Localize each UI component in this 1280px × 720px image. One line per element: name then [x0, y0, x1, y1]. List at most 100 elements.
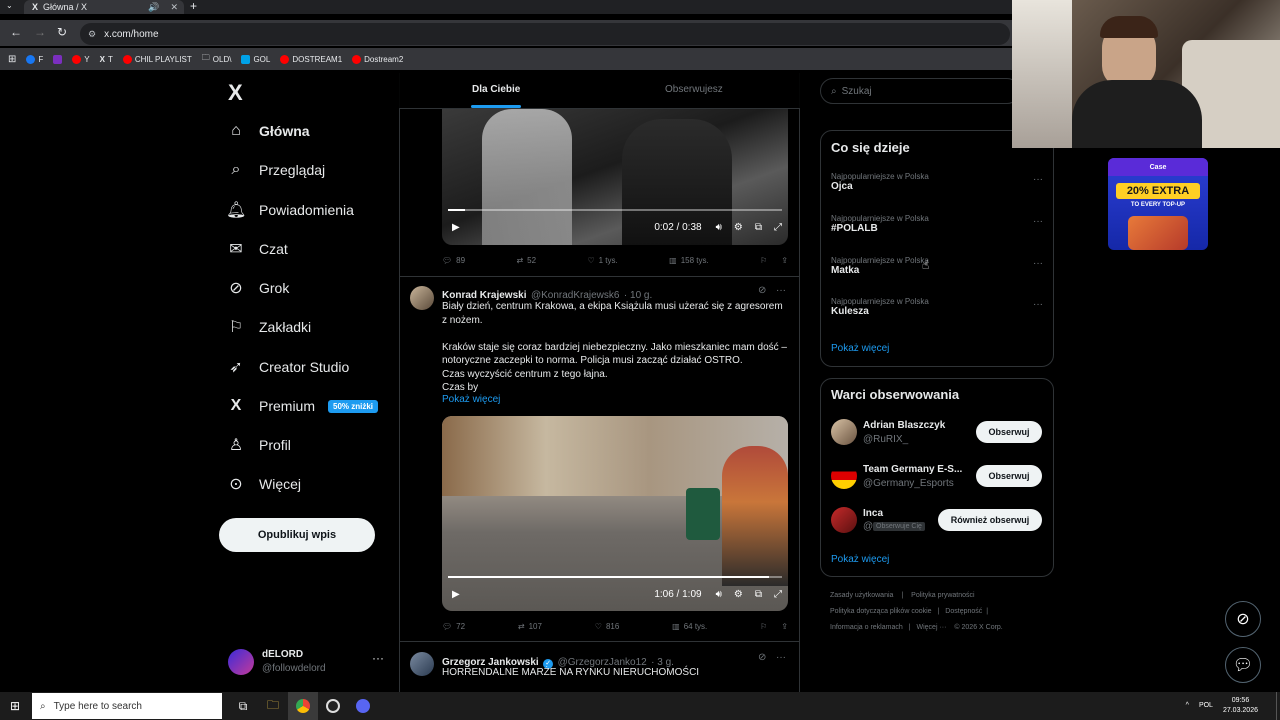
play-icon[interactable]: ▶ [452, 222, 460, 233]
reply-button[interactable]: 💬︎ 89 [442, 256, 465, 265]
nav-grok[interactable]: ⊘ Grok [226, 274, 289, 302]
footer-link[interactable]: Informacja o reklamach [830, 624, 903, 631]
keyboard-language[interactable]: POL [1199, 701, 1213, 711]
footer-link[interactable]: Polityka prywatności [911, 592, 974, 599]
tab-for-you[interactable]: Dla Ciebie [472, 84, 520, 95]
nav-creator-studio[interactable]: ➶ Creator Studio [226, 353, 349, 381]
video-progress[interactable] [448, 209, 782, 211]
obs-icon[interactable] [318, 692, 348, 720]
more-dots-icon[interactable]: ··· [776, 285, 786, 296]
tab-following[interactable]: Obserwujesz [665, 84, 723, 95]
follow-button[interactable]: Obserwuj [976, 421, 1042, 443]
trend-item[interactable]: Najpopularniejsze w Polska Ojca ··· [831, 172, 1043, 192]
nav-home[interactable]: ⌂ Główna [226, 117, 309, 145]
more-dots-icon[interactable]: ··· [1033, 174, 1043, 185]
site-info-icon[interactable]: ⚙ [88, 29, 96, 40]
nav-notifications[interactable]: 🔔︎ Powiadomienia [226, 196, 354, 224]
reload-icon[interactable]: ↻ [57, 25, 67, 39]
more-dots-icon[interactable]: ··· [1033, 216, 1043, 227]
trends-show-more-link[interactable]: Pokaż więcej [831, 343, 889, 354]
nav-profile[interactable]: ♙ Profil [226, 431, 291, 459]
task-view-icon[interactable]: ⧉ [228, 692, 258, 720]
footer-link[interactable]: Zasady użytkowania [830, 592, 893, 599]
trend-item[interactable]: Najpopularniejsze w Polska #POLALB ··· [831, 214, 1043, 234]
volume-icon[interactable]: 🔊︎ [716, 222, 722, 233]
bookmark-youtube[interactable]: Y [72, 54, 90, 64]
nav-explore[interactable]: ⌕ Przeglądaj [226, 156, 326, 184]
footer-link[interactable]: Dostępność [945, 608, 982, 615]
show-desktop-button[interactable] [1276, 692, 1280, 720]
windows-start-icon[interactable]: ⊞ [0, 692, 30, 720]
discord-icon[interactable] [348, 692, 378, 720]
more-dots-icon[interactable]: ··· [372, 651, 384, 665]
avatar[interactable] [831, 419, 857, 445]
wtf-show-more-link[interactable]: Pokaż więcej [831, 554, 889, 565]
tray-expand-icon[interactable]: ^ [1186, 701, 1189, 711]
bookmark-gol[interactable]: GOL [241, 54, 270, 64]
clock[interactable]: 09:56 27.03.2026 [1223, 696, 1258, 716]
suggested-name[interactable]: Team Germany E-S... [863, 464, 962, 475]
follow-back-button[interactable]: Również obserwuj [938, 509, 1042, 531]
like-button[interactable]: ♡ 816 [595, 622, 620, 631]
video-player[interactable]: ▶ 0:02 / 0:38 🔊︎ ⚙ ⧉ ⤢ [442, 109, 788, 245]
avatar[interactable] [831, 507, 857, 533]
speaker-icon[interactable]: 🔊 [148, 2, 159, 13]
nav-bookmarks[interactable]: ⚐ Zakładki [226, 313, 311, 341]
settings-icon[interactable]: ⚙ [734, 222, 743, 233]
browser-tab[interactable]: X Główna / X 🔊 ✕ [24, 0, 184, 14]
nav-chat[interactable]: ✉ Czat [226, 235, 288, 263]
chrome-icon[interactable] [288, 692, 318, 720]
bookmark-tweet-button[interactable]: ⚐ ⇪ [760, 256, 788, 265]
nav-more[interactable]: ⊙ Więcej [226, 470, 301, 498]
apps-grid-icon[interactable]: ⊞ [8, 54, 16, 65]
more-dots-icon[interactable]: ··· [1033, 258, 1043, 269]
follow-button[interactable]: Obserwuj [976, 465, 1042, 487]
chat-fab-button[interactable]: 💬︎ [1225, 647, 1261, 683]
x-logo-icon[interactable]: X [228, 80, 243, 106]
video-progress[interactable] [448, 576, 782, 578]
search-input[interactable]: ⌕ Szukaj [820, 78, 1020, 104]
fullscreen-icon[interactable]: ⤢ [774, 222, 782, 233]
suggested-name[interactable]: Adrian Blaszczyk [863, 420, 945, 431]
trend-item[interactable]: Najpopularniejsze w Polska Kulesza ··· [831, 297, 1043, 317]
volume-icon[interactable]: 🔊︎ [716, 589, 722, 600]
bookmark-facebook[interactable]: F [26, 54, 43, 64]
close-tab-icon[interactable]: ✕ [170, 2, 178, 13]
bookmark-twitch[interactable] [53, 54, 63, 64]
pip-icon[interactable]: ⧉ [755, 589, 762, 600]
views-button[interactable]: ▥ 64 tys. [672, 622, 707, 631]
grok-fab-button[interactable]: ⊘ [1225, 601, 1261, 637]
back-arrow-icon[interactable]: ← [10, 25, 22, 39]
footer-link[interactable]: Więcej ··· [917, 624, 947, 631]
grok-icon[interactable]: ⊘ [758, 652, 766, 663]
settings-icon[interactable]: ⚙ [734, 589, 743, 600]
more-dots-icon[interactable]: ··· [1033, 299, 1043, 310]
footer-link[interactable]: Polityka dotycząca plików cookie [830, 608, 932, 615]
show-more-link[interactable]: Pokaż więcej [442, 394, 500, 405]
repost-button[interactable]: ⇄ 107 [518, 622, 542, 631]
tab-search-icon[interactable]: ⌄ [6, 1, 13, 10]
trend-item[interactable]: Najpopularniejsze w Polska Matka ··· [831, 256, 1043, 276]
bookmark-chil-playlist[interactable]: CHIL PLAYLIST [122, 54, 192, 64]
bookmark-dostream1[interactable]: DOSTREAM1 [280, 54, 342, 64]
forward-arrow-icon[interactable]: → [34, 25, 46, 39]
bookmark-tweet-button[interactable]: ⚐ ⇪ [760, 622, 788, 631]
account-switcher[interactable]: dELORD @followdelord ··· [228, 647, 388, 679]
ad-banner[interactable]: Case 20% EXTRA TO EVERY TOP-UP [1108, 158, 1208, 250]
address-bar[interactable]: ⚙ x.com/home [80, 23, 1010, 45]
suggested-name[interactable]: Inca [863, 508, 883, 519]
file-explorer-icon[interactable]: 🗀 [258, 692, 288, 720]
reply-button[interactable]: 💬︎ 72 [442, 622, 465, 631]
taskbar-search-input[interactable]: ⌕ Type here to search [32, 693, 222, 719]
bookmark-folder-old[interactable]: 🗀 OLD\ [202, 52, 232, 66]
views-button[interactable]: ▥ 158 tys. [669, 256, 709, 265]
grok-icon[interactable]: ⊘ [758, 285, 766, 296]
new-tab-button[interactable]: + [190, 0, 197, 12]
bookmark-dostream2[interactable]: Dostream2 [352, 54, 403, 64]
pip-icon[interactable]: ⧉ [755, 222, 762, 233]
avatar[interactable] [831, 463, 857, 489]
fullscreen-icon[interactable]: ⤢ [774, 589, 782, 600]
nav-premium[interactable]: X Premium 50% zniżki [226, 392, 379, 420]
post-button[interactable]: Opublikuj wpis [219, 518, 375, 552]
avatar[interactable] [410, 652, 434, 676]
